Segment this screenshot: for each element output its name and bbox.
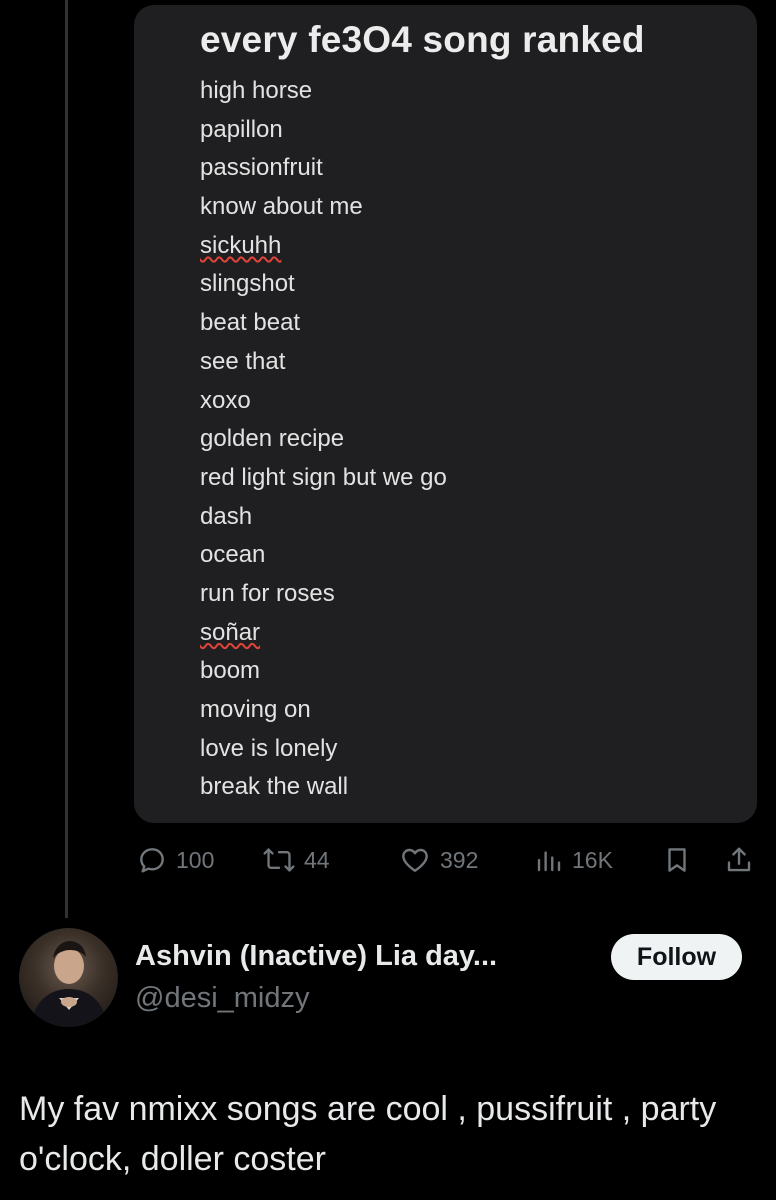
share-button[interactable] [724,840,754,880]
song-item: high horse [200,77,313,104]
repost-button[interactable]: 44 [262,840,330,880]
follow-button[interactable]: Follow [611,934,742,980]
like-button[interactable]: 392 [398,840,478,880]
song-item: ocean [200,541,266,569]
song-item: red light sign but we go [200,463,447,491]
song-item: moving on [200,696,311,723]
views-button[interactable]: 16K [534,840,613,880]
reply-count: 100 [176,846,215,873]
author-display-name[interactable]: Ashvin (Inactive) Lia day... [135,940,497,973]
note-title: every fe3O4 song ranked [200,19,645,60]
song-item: passionfruit [200,154,323,182]
song-item: beat beat [200,309,301,337]
song-item: run for roses [200,579,335,607]
song-item: boom [200,657,261,685]
song-item: slingshot [200,270,295,298]
author-row: Ashvin (Inactive) Lia day... @desi_midzy… [0,928,776,1038]
song-item: xoxo [200,386,251,414]
like-icon [398,844,432,876]
author-handle[interactable]: @desi_midzy [135,982,310,1015]
like-count: 392 [440,846,479,873]
bookmark-icon [662,844,692,876]
bookmark-button[interactable] [662,840,692,880]
avatar[interactable] [19,928,118,1027]
repost-icon [262,844,296,876]
thread-connector-line [65,0,68,918]
share-icon [724,844,754,876]
song-item: sickuhh [200,231,282,259]
notes-screenshot-card[interactable]: every fe3O4 song ranked high horse papil… [134,5,757,823]
reply-icon [136,844,168,876]
song-item: papillon [200,115,283,143]
song-item: love is lonely [200,734,338,762]
song-item: know about me [200,193,363,221]
post-action-bar: 100 44 392 16K [134,840,759,880]
reply-button[interactable]: 100 [136,840,214,880]
song-item: golden recipe [200,425,345,453]
song-item: soñar [200,618,261,646]
song-item: see that [200,347,286,375]
song-item: dash [200,502,253,530]
song-list: high horse papillon passionfruit know ab… [200,72,447,807]
song-item: break the wall [200,773,349,801]
post-body-text: My fav nmixx songs are cool , pussifruit… [19,1090,717,1178]
repost-count: 44 [304,846,330,873]
views-count: 16K [572,846,613,873]
post-page: every fe3O4 song ranked high horse papil… [0,0,776,1200]
views-icon [534,844,564,876]
